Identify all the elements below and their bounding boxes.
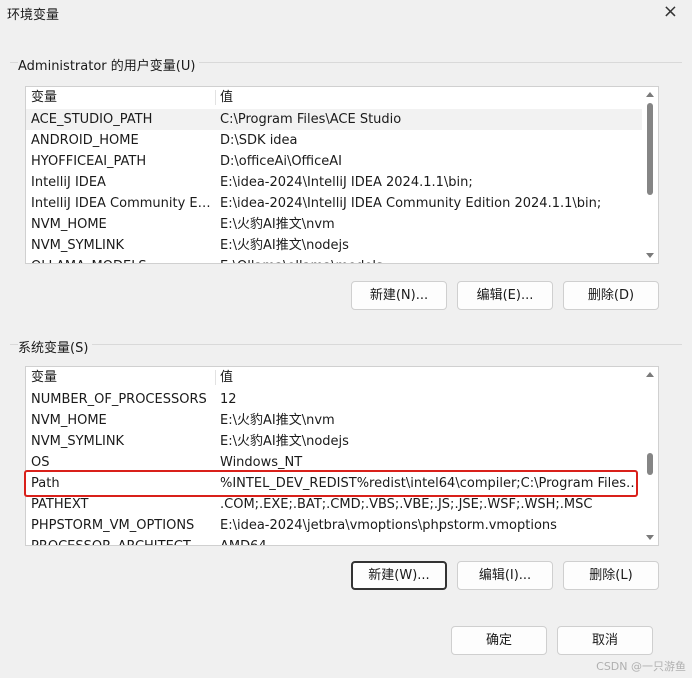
user-vars-scrollbar[interactable]	[642, 87, 658, 263]
watermark: CSDN @一只游鱼	[596, 660, 686, 673]
user-vars-group-label: Administrator 的用户变量(U)	[18, 55, 200, 74]
variable-value: E:\idea-2024\IntelliJ IDEA 2024.1.1\bin;	[220, 175, 473, 190]
variable-name: ANDROID_HOME	[31, 133, 139, 148]
variable-name: NUMBER_OF_PROCESSORS	[31, 392, 207, 407]
variable-name: NVM_SYMLINK	[31, 434, 125, 449]
variable-name: IntelliJ IDEA Community Ed...	[31, 196, 211, 211]
list-row[interactable]: HYOFFICEAI_PATH D:\officeAi\OfficeAI	[26, 151, 658, 172]
variable-name: PROCESSOR_ARCHITECTURE	[31, 536, 211, 545]
variable-value: E:\idea-2024\IntelliJ IDEA Community Edi…	[220, 196, 602, 211]
variable-name: NVM_HOME	[31, 413, 107, 428]
variable-value: D:\officeAi\OfficeAI	[220, 154, 342, 169]
variable-name: ACE_STUDIO_PATH	[31, 112, 153, 127]
variable-value: E:\idea-2024\jetbra\vmoptions\phpstorm.v…	[220, 518, 557, 533]
system-vars-list[interactable]: 变量 值 NUMBER_OF_PROCESSORS 12 NVM_HOME E:\火豹…	[25, 366, 659, 546]
variable-value: C:\Program Files\ACE Studio	[220, 112, 402, 127]
system-vars-list-header: 变量 值	[26, 367, 658, 388]
variable-name: HYOFFICEAI_PATH	[31, 154, 147, 169]
variable-name: NVM_HOME	[31, 217, 107, 232]
column-separator[interactable]	[215, 370, 216, 385]
list-row[interactable]: NVM_SYMLINK E:\火豹AI推文\nodejs	[26, 235, 658, 256]
scrollbar-thumb[interactable]	[647, 103, 653, 195]
scroll-down-icon[interactable]	[646, 253, 654, 258]
list-row[interactable]: NVM_SYMLINK E:\火豹AI推文\nodejs	[26, 431, 658, 452]
variable-value: E:\火豹AI推文\nodejs	[220, 434, 349, 449]
list-row[interactable]: NUMBER_OF_PROCESSORS 12	[26, 389, 658, 410]
variable-value: E:\火豹AI推文\nvm	[220, 413, 335, 428]
variable-value: AMD64	[220, 536, 640, 545]
scroll-up-icon[interactable]	[646, 92, 654, 97]
column-header-variable[interactable]: 变量	[31, 87, 211, 108]
scroll-up-icon[interactable]	[646, 372, 654, 377]
column-header-variable[interactable]: 变量	[31, 367, 211, 388]
path-row-highlight	[24, 470, 638, 497]
list-row[interactable]: OLLAMA_MODELS E:\Ollama\ollama\models	[26, 256, 658, 263]
variable-value: E:\Ollama\ollama\models	[220, 256, 640, 263]
list-row[interactable]: IntelliJ IDEA Community Ed... E:\idea-202…	[26, 193, 658, 214]
user-vars-list-header: 变量 值	[26, 87, 658, 108]
scroll-down-icon[interactable]	[646, 535, 654, 540]
ok-button[interactable]: 确定	[451, 626, 547, 655]
list-row[interactable]: NVM_HOME E:\火豹AI推文\nvm	[26, 214, 658, 235]
list-row[interactable]: PATHEXT .COM;.EXE;.BAT;.CMD;.VBS;.VBE;.JS…	[26, 494, 658, 515]
variable-value: 12	[220, 392, 237, 407]
list-row[interactable]: PHPSTORM_VM_OPTIONS E:\idea-2024\jetbra\v…	[26, 515, 658, 536]
variable-name: PATHEXT	[31, 497, 89, 512]
column-separator[interactable]	[215, 90, 216, 105]
list-row[interactable]: NVM_HOME E:\火豹AI推文\nvm	[26, 410, 658, 431]
system-edit-button[interactable]: 编辑(I)...	[457, 561, 553, 590]
system-delete-button[interactable]: 删除(L)	[563, 561, 659, 590]
variable-value: E:\火豹AI推文\nodejs	[220, 238, 349, 253]
list-row[interactable]: ACE_STUDIO_PATH C:\Program Files\ACE Stud…	[26, 109, 658, 130]
user-edit-button[interactable]: 编辑(E)...	[457, 281, 553, 310]
list-row[interactable]: ANDROID_HOME D:\SDK idea	[26, 130, 658, 151]
variable-value: D:\SDK idea	[220, 133, 298, 148]
variable-name: OLLAMA_MODELS	[31, 256, 211, 263]
variable-name: NVM_SYMLINK	[31, 238, 125, 253]
column-header-value[interactable]: 值	[220, 87, 640, 108]
close-icon[interactable]: ×	[663, 1, 678, 22]
variable-value: E:\火豹AI推文\nvm	[220, 217, 335, 232]
system-vars-scrollbar[interactable]	[642, 367, 658, 545]
user-vars-list[interactable]: 变量 值 ACE_STUDIO_PATH C:\Program Files\ACE…	[25, 86, 659, 264]
user-delete-button[interactable]: 删除(D)	[563, 281, 659, 310]
variable-name: IntelliJ IDEA	[31, 175, 106, 190]
list-row[interactable]: IntelliJ IDEA E:\idea-2024\IntelliJ IDEA …	[26, 172, 658, 193]
title-bar: 环境变量 ×	[0, 0, 692, 26]
user-new-button[interactable]: 新建(N)...	[351, 281, 447, 310]
list-row[interactable]: PROCESSOR_ARCHITECTURE AMD64	[26, 536, 658, 545]
column-header-value[interactable]: 值	[220, 367, 640, 388]
window-title: 环境变量	[7, 8, 60, 23]
scrollbar-thumb[interactable]	[647, 453, 653, 475]
variable-name: PHPSTORM_VM_OPTIONS	[31, 518, 195, 533]
system-vars-group-label: 系统变量(S)	[18, 337, 93, 356]
system-new-button[interactable]: 新建(W)...	[351, 561, 447, 590]
variable-value: .COM;.EXE;.BAT;.CMD;.VBS;.VBE;.JS;.JSE;.…	[220, 497, 593, 512]
cancel-button[interactable]: 取消	[557, 626, 653, 655]
